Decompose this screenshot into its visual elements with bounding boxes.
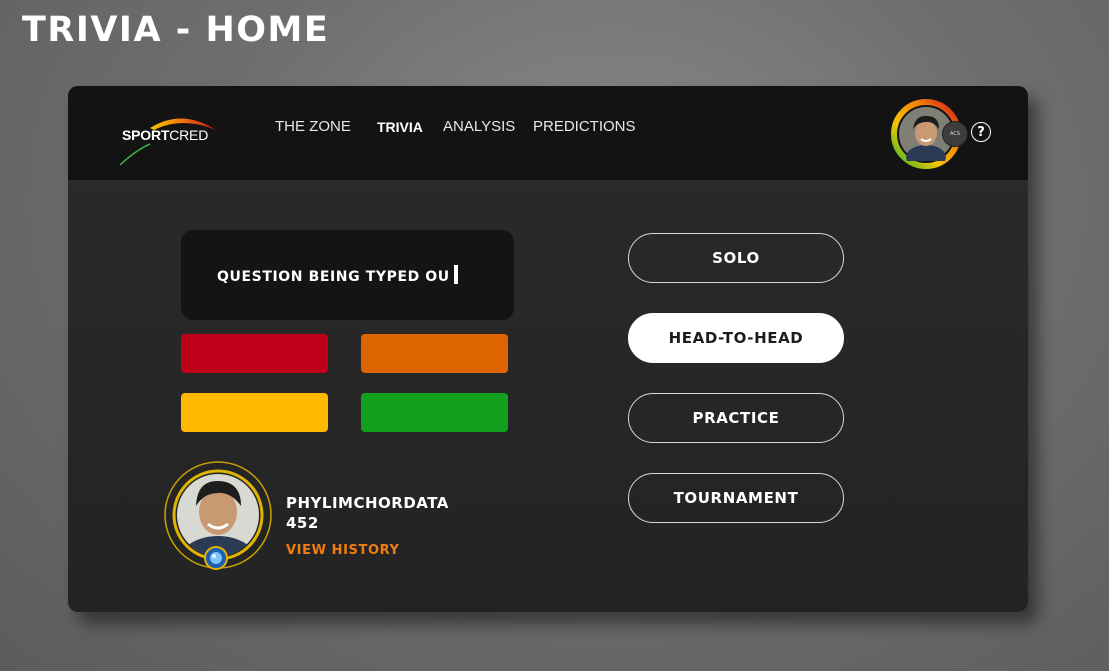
solo-button[interactable]: SOLO [628, 233, 844, 283]
typing-cursor [453, 265, 458, 284]
head-to-head-button[interactable]: HEAD-TO-HEAD [628, 313, 844, 363]
nav-link-trivia[interactable]: TRIVIA [377, 119, 423, 135]
question-text: QUESTION BEING TYPED OU [217, 265, 458, 285]
app-window: SPORTCRED THE ZONE TRIVIA ANALYSIS PREDI… [68, 86, 1028, 612]
profile-score: 452 [286, 514, 319, 532]
profile-avatar[interactable] [163, 460, 273, 570]
answer-green[interactable] [361, 393, 508, 432]
page-title: TRIVIA - HOME [22, 10, 330, 50]
nav-link-predictions[interactable]: PREDICTIONS [533, 118, 636, 135]
top-navbar: SPORTCRED THE ZONE TRIVIA ANALYSIS PREDI… [68, 86, 1028, 180]
answer-yellow[interactable] [181, 393, 328, 432]
acs-badge: ACS [942, 121, 968, 147]
user-avatar-menu[interactable]: ACS [890, 98, 968, 170]
tournament-button[interactable]: TOURNAMENT [628, 473, 844, 523]
profile-avatar-photo [164, 461, 272, 570]
view-history-link[interactable]: VIEW HISTORY [286, 543, 400, 558]
nav-link-the-zone[interactable]: THE ZONE [275, 118, 351, 135]
nav-link-analysis[interactable]: ANALYSIS [443, 118, 515, 135]
profile-username: PHYLIMCHORDATA [286, 494, 449, 512]
practice-button[interactable]: PRACTICE [628, 393, 844, 443]
question-card: QUESTION BEING TYPED OU [181, 230, 514, 320]
help-icon[interactable]: ? [971, 122, 991, 142]
logo-wordmark: SPORTCRED [122, 127, 209, 143]
answer-orange[interactable] [361, 334, 508, 373]
sportcred-logo[interactable]: SPORTCRED [120, 110, 224, 166]
answer-red[interactable] [181, 334, 328, 373]
